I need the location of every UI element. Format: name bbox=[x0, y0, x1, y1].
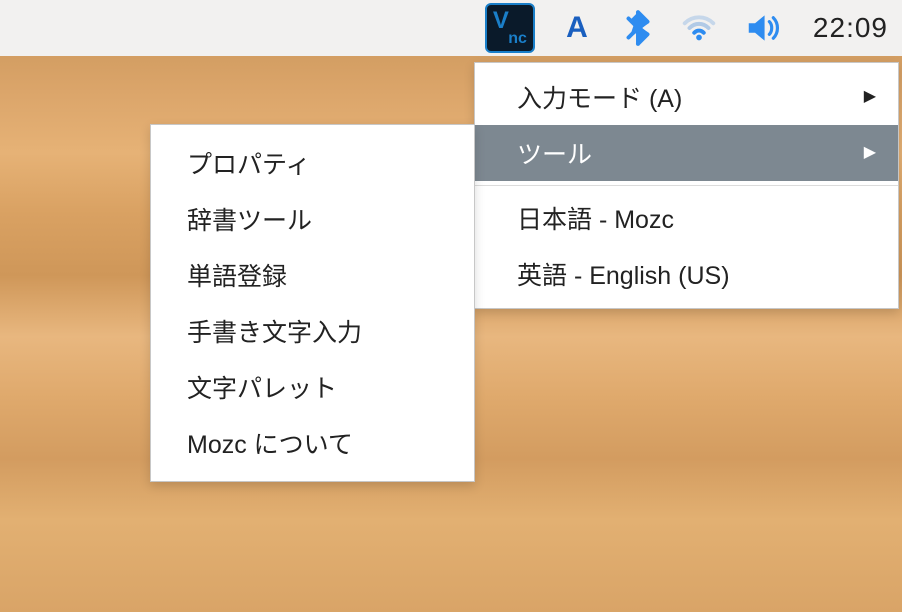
ime-context-menu: 入力モード (A) ▶ ツール ▶ 日本語 - Mozc 英語 - Englis… bbox=[474, 62, 899, 309]
menu-item-label: 手書き文字入力 bbox=[187, 313, 362, 349]
menu-item-label: プロパティ bbox=[187, 145, 311, 181]
wifi-icon[interactable] bbox=[677, 0, 721, 56]
menu-item-label: 辞書ツール bbox=[187, 201, 312, 237]
submenu-item-dictionary-tool[interactable]: 辞書ツール bbox=[151, 191, 474, 247]
submenu-item-handwriting-input[interactable]: 手書き文字入力 bbox=[151, 303, 474, 359]
menu-item-label: 英語 - English (US) bbox=[517, 256, 730, 292]
submenu-item-properties[interactable]: プロパティ bbox=[151, 135, 474, 191]
menu-item-english-us[interactable]: 英語 - English (US) bbox=[475, 246, 898, 302]
menu-item-label: 日本語 - Mozc bbox=[517, 200, 674, 236]
bluetooth-icon[interactable] bbox=[619, 0, 657, 56]
tools-submenu: プロパティ 辞書ツール 単語登録 手書き文字入力 文字パレット Mozc につい… bbox=[150, 124, 475, 482]
taskbar: Vnc A 22:09 bbox=[0, 0, 902, 56]
menu-item-label: 単語登録 bbox=[187, 257, 287, 293]
bluetooth-svg bbox=[619, 9, 657, 47]
menu-separator bbox=[475, 185, 898, 186]
menu-item-label: 入力モード (A) bbox=[517, 79, 682, 115]
submenu-item-character-palette[interactable]: 文字パレット bbox=[151, 359, 474, 415]
vnc-icon: Vnc bbox=[485, 3, 535, 53]
menu-item-label: 文字パレット bbox=[187, 369, 337, 405]
menu-item-tools[interactable]: ツール ▶ bbox=[475, 125, 898, 181]
volume-svg bbox=[741, 9, 785, 47]
menu-item-label: Mozc について bbox=[187, 425, 353, 461]
clock-text: 22:09 bbox=[813, 12, 888, 44]
ime-indicator[interactable]: A bbox=[555, 0, 599, 56]
vnc-tray-icon[interactable]: Vnc bbox=[485, 0, 535, 56]
wifi-svg bbox=[677, 9, 721, 47]
clock[interactable]: 22:09 bbox=[805, 0, 888, 56]
volume-icon[interactable] bbox=[741, 0, 785, 56]
submenu-item-register-word[interactable]: 単語登録 bbox=[151, 247, 474, 303]
menu-item-input-mode[interactable]: 入力モード (A) ▶ bbox=[475, 69, 898, 125]
chevron-right-icon: ▶ bbox=[864, 89, 876, 105]
menu-item-japanese-mozc[interactable]: 日本語 - Mozc bbox=[475, 190, 898, 246]
submenu-item-about-mozc[interactable]: Mozc について bbox=[151, 415, 474, 471]
menu-item-label: ツール bbox=[517, 135, 592, 171]
chevron-right-icon: ▶ bbox=[864, 145, 876, 161]
ime-letter: A bbox=[566, 11, 588, 45]
